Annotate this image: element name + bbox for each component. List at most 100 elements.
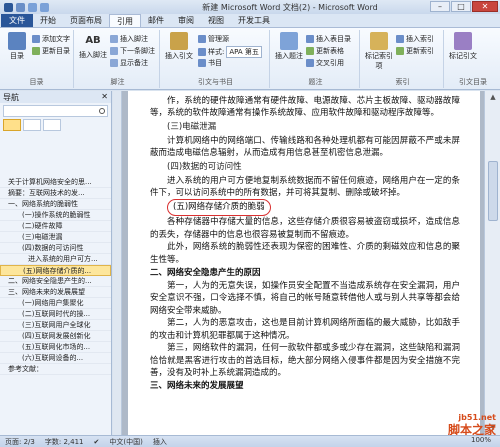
group-footnotes: AB 插入脚注 插入脚注 下一条脚注 显示备注 脚注	[76, 30, 160, 88]
group-toc: 目录 添加文字 更新目录 目录	[0, 30, 74, 88]
mark-entry-button[interactable]: 标记索引项	[364, 32, 394, 71]
nav-heading-item[interactable]: (三)互联网用户全球化	[0, 320, 111, 331]
save-icon[interactable]	[16, 2, 25, 12]
tab-references[interactable]: 引用	[109, 14, 141, 27]
tab-review[interactable]: 审阅	[171, 14, 201, 27]
insert-endnote-button[interactable]: 插入脚注	[110, 34, 148, 44]
tab-developer[interactable]: 开发工具	[231, 14, 277, 27]
update-toc-button[interactable]: 更新目录	[32, 46, 70, 56]
nav-tab-results[interactable]	[43, 119, 61, 131]
mark-entry-icon	[370, 32, 388, 50]
nav-heading-item[interactable]: (二)硬件故障	[0, 221, 111, 232]
toc-button[interactable]: 目录	[2, 32, 32, 61]
scroll-up-icon[interactable]: ▲	[488, 93, 498, 103]
bibliography-icon	[198, 59, 206, 67]
manage-sources-icon	[198, 35, 206, 43]
nav-heading-item[interactable]: (四)互联网发展创新化	[0, 331, 111, 342]
nav-heading-item[interactable]: (四)数据的可访问性	[0, 243, 111, 254]
style-select[interactable]: 样式: APA 第五	[198, 46, 262, 58]
show-notes-icon	[110, 59, 118, 67]
paragraph: 作，系统的硬件故障通常有硬件故障、电源故障、芯片主板故障、驱动器故障等，系统的软…	[150, 96, 460, 119]
search-icon[interactable]	[99, 108, 105, 114]
scroll-thumb[interactable]	[488, 161, 498, 221]
ribbon-tabs: 文件 开始 页面布局 引用 邮件 审阅 视图 开发工具	[0, 14, 500, 28]
add-text-button[interactable]: 添加文字	[32, 34, 70, 44]
status-mode[interactable]: 插入	[148, 437, 172, 447]
insert-index-button[interactable]: 插入索引	[396, 34, 434, 44]
nav-tab-pages[interactable]	[23, 119, 41, 131]
nav-search-input[interactable]	[3, 105, 108, 117]
site-watermark: jb51.net 脚本之家	[448, 411, 496, 437]
update-index-button[interactable]: 更新索引	[396, 46, 434, 56]
nav-heading-item[interactable]: 三、网络未来的发展展望	[0, 287, 111, 298]
nav-heading-item[interactable]: (五)网络存储介质的...	[0, 265, 111, 276]
nav-heading-item[interactable]: (六)互联网设备的...	[0, 353, 111, 364]
minimize-button[interactable]: –	[430, 1, 450, 12]
insert-footnote-button[interactable]: AB 插入脚注	[78, 32, 108, 60]
update-table-button[interactable]: 更新表格	[306, 46, 344, 56]
table-figures-icon	[306, 35, 314, 43]
paragraph: 各种存储器中存储大量的信息，这些存储介质很容易被盗窃或损坏，造成信息的丢失，存储…	[150, 217, 460, 240]
nav-heading-item[interactable]: 一、网络系统的脆弱性	[0, 199, 111, 210]
nav-view-tabs	[3, 119, 108, 131]
quick-access-toolbar	[0, 2, 49, 12]
group-authorities: 标记引文 引文目录	[446, 30, 500, 88]
insert-table-figures-button[interactable]: 插入表目录	[306, 34, 351, 44]
tab-view[interactable]: 视图	[201, 14, 231, 27]
close-button[interactable]: ✕	[472, 1, 498, 12]
cross-reference-icon	[306, 59, 314, 67]
undo-icon[interactable]	[28, 2, 37, 12]
status-zoom[interactable]: 100%	[466, 436, 496, 444]
manage-sources-button[interactable]: 管理源	[198, 34, 229, 44]
red-circle-annotation: (五)网络存储介质的脆弱	[167, 199, 271, 217]
insert-citation-button[interactable]: 插入引文	[164, 32, 194, 61]
bibliography-button[interactable]: 书目	[198, 58, 222, 68]
mark-citation-button[interactable]: 标记引文	[448, 32, 478, 61]
status-words[interactable]: 字数: 2,411	[40, 437, 89, 447]
style-value[interactable]: APA 第五	[226, 46, 262, 58]
update-table-icon	[306, 47, 314, 55]
toc-icon	[8, 32, 26, 50]
ab-footnote-icon: AB	[85, 35, 101, 46]
tab-page-layout[interactable]: 页面布局	[63, 14, 109, 27]
tab-home[interactable]: 开始	[33, 14, 63, 27]
section-heading: 三、网络未来的发展展望	[150, 381, 244, 392]
nav-heading-item[interactable]: (一)网络用户集聚化	[0, 298, 111, 309]
endnote-icon	[110, 35, 118, 43]
nav-tab-headings[interactable]	[3, 119, 21, 131]
group-captions: 插入题注 插入表目录 更新表格 交叉引用 题注	[272, 30, 360, 88]
document-page[interactable]: 作，系统的硬件故障通常有硬件故障、电源故障、芯片主板故障、驱动器故障等，系统的软…	[128, 91, 480, 435]
nav-heading-item[interactable]: 进入系统的用户可方...	[0, 254, 111, 265]
vertical-scrollbar[interactable]: ▲ ▼	[484, 91, 500, 435]
nav-heading-item[interactable]: (一)操作系统的脆弱性	[0, 210, 111, 221]
redo-icon[interactable]	[40, 2, 49, 12]
nav-heading-item[interactable]: 参考文献：	[0, 364, 111, 375]
nav-heading-item[interactable]: (五)互联网化市场的...	[0, 342, 111, 353]
nav-heading-item[interactable]: (二)互联网时代的操...	[0, 309, 111, 320]
paragraph: 第一，人为的无意失误，如操作员安全配置不当造成系统存在安全漏洞，用户安全意识不强…	[150, 281, 460, 316]
nav-heading-item[interactable]: 摘要：互联网技术的发...	[0, 188, 111, 199]
tab-file[interactable]: 文件	[1, 14, 33, 27]
nav-close-icon[interactable]: ✕	[101, 92, 108, 102]
cross-reference-button[interactable]: 交叉引用	[306, 58, 344, 68]
group-index-label: 索引	[395, 78, 410, 86]
subheading: (四)数据的可访问性	[167, 161, 242, 172]
show-notes-button[interactable]: 显示备注	[110, 58, 148, 68]
insert-caption-button[interactable]: 插入题注	[274, 32, 304, 61]
group-citation-label: 引文与书目	[198, 78, 233, 86]
word-icon[interactable]	[4, 2, 13, 12]
tab-mailings[interactable]: 邮件	[141, 14, 171, 27]
status-proofing-icon[interactable]: ✔	[88, 438, 104, 446]
status-page[interactable]: 页面: 2/3	[0, 437, 40, 447]
insert-index-icon	[396, 35, 404, 43]
nav-heading-item[interactable]: 二、网络安全隐患产生的...	[0, 276, 111, 287]
nav-heading-item[interactable]: (三)电磁泄漏	[0, 232, 111, 243]
nav-heading-item[interactable]: 关于计算机网络安全的思...	[0, 177, 111, 188]
maximize-button[interactable]: □	[451, 1, 471, 12]
caption-icon	[280, 32, 298, 50]
add-text-icon	[32, 35, 40, 43]
vertical-ruler[interactable]	[113, 91, 122, 435]
status-language[interactable]: 中文(中国)	[104, 437, 147, 447]
window-controls: – □ ✕	[430, 1, 498, 12]
next-footnote-button[interactable]: 下一条脚注	[110, 46, 155, 56]
